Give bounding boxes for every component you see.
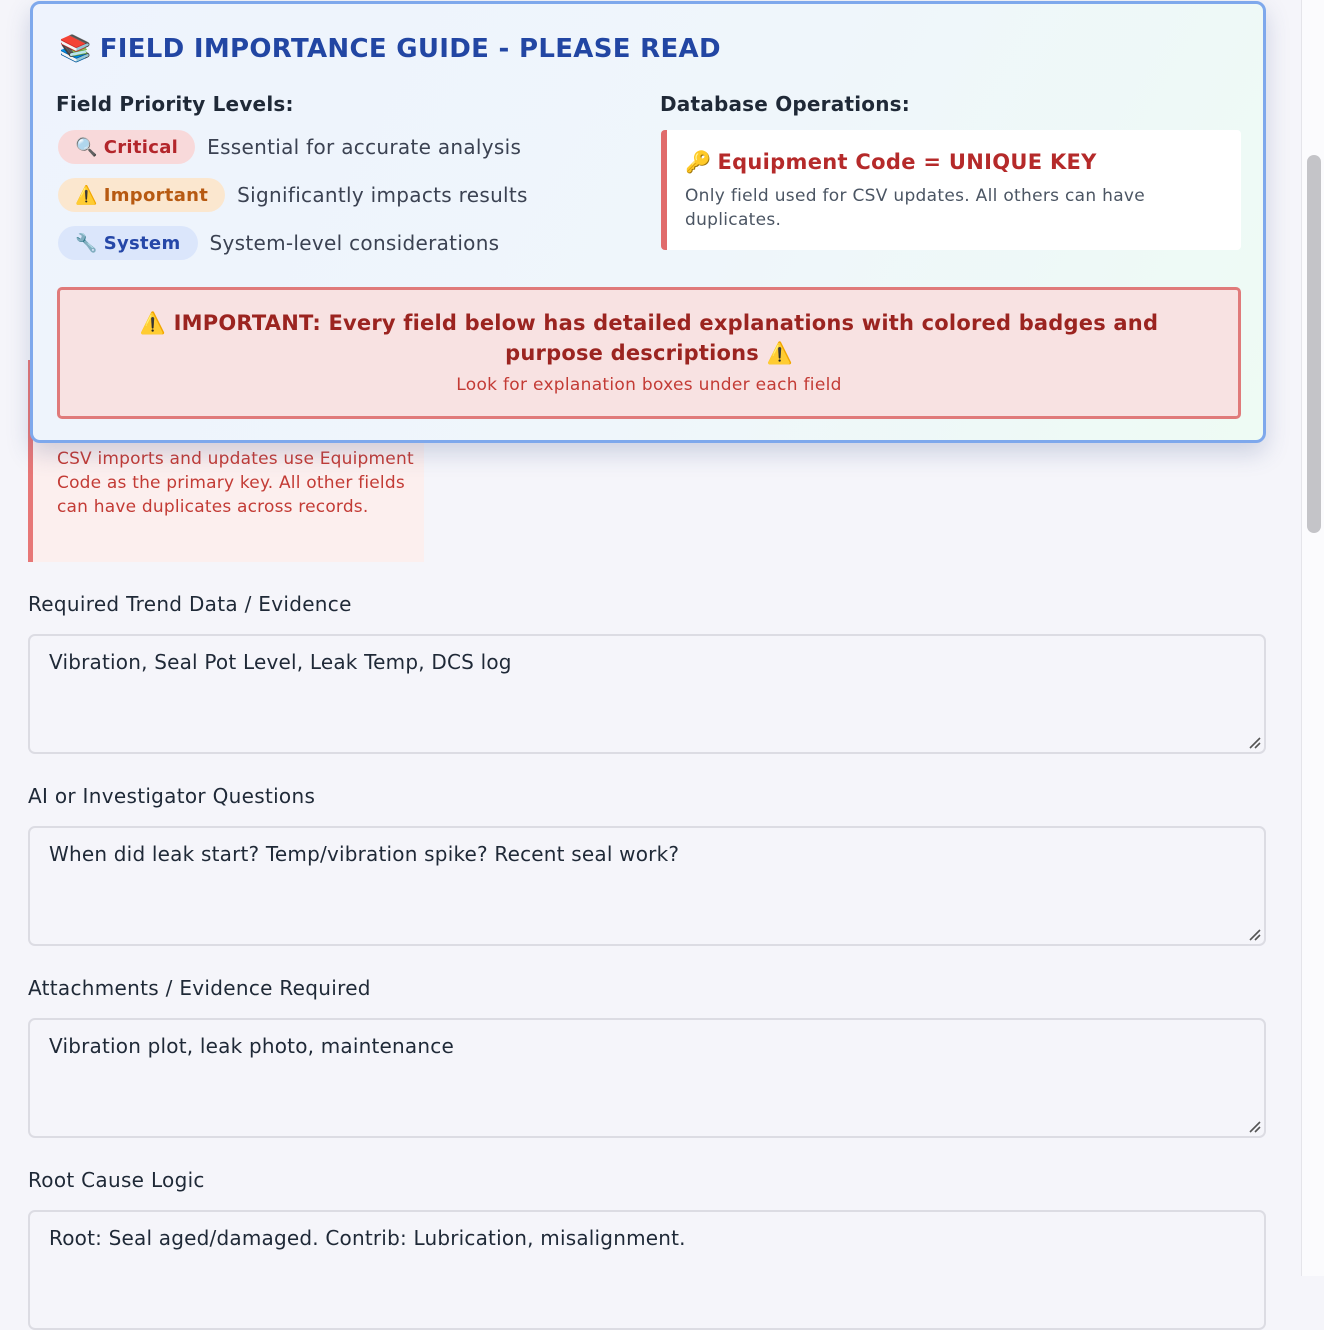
alert-main-text: ⚠️ IMPORTANT: Every field below has deta…	[139, 311, 1159, 365]
form-page: CSV imports and updates use Equipment Co…	[0, 0, 1302, 1330]
books-icon: 📚	[59, 34, 92, 64]
important-badge-label: Important	[103, 184, 209, 206]
critical-description: Essential for accurate analysis	[207, 135, 522, 159]
database-operations-heading: Database Operations:	[660, 92, 910, 116]
unique-key-box: 🔑 Equipment Code = UNIQUE KEY Only field …	[661, 130, 1241, 250]
system-description: System-level considerations	[209, 231, 500, 255]
attachments-textarea[interactable]: Vibration plot, leak photo, maintenance	[28, 1018, 1266, 1138]
vertical-scrollbar[interactable]	[1301, 0, 1324, 1276]
important-alert: ⚠️ IMPORTANT: Every field below has deta…	[57, 287, 1241, 419]
system-badge-label: System	[103, 232, 181, 254]
scrollbar-thumb[interactable]	[1307, 155, 1321, 533]
magnifier-icon: 🔍	[75, 136, 98, 158]
root-cause-value: Root: Seal aged/damaged. Contrib: Lubric…	[49, 1226, 686, 1250]
trend-data-textarea[interactable]: Vibration, Seal Pot Level, Leak Temp, DC…	[28, 634, 1266, 754]
unique-key-title: 🔑 Equipment Code = UNIQUE KEY	[685, 150, 1097, 175]
alert-sub-text: Look for explanation boxes under each fi…	[456, 375, 842, 395]
important-badge: ⚠️ Important	[58, 178, 226, 212]
resize-grip-icon[interactable]	[1247, 927, 1261, 941]
field-label-questions: AI or Investigator Questions	[28, 784, 316, 808]
trend-data-value: Vibration, Seal Pot Level, Leak Temp, DC…	[49, 650, 512, 674]
root-cause-textarea[interactable]: Root: Seal aged/damaged. Contrib: Lubric…	[28, 1210, 1266, 1330]
unique-key-title-text: Equipment Code = UNIQUE KEY	[717, 150, 1097, 174]
priority-row-critical: 🔍 Critical Essential for accurate analysi…	[58, 130, 521, 164]
guide-title-text: FIELD IMPORTANCE GUIDE - PLEASE READ	[99, 34, 721, 64]
field-label-attachments: Attachments / Evidence Required	[28, 976, 371, 1000]
critical-badge-label: Critical	[103, 136, 179, 158]
questions-textarea[interactable]: When did leak start? Temp/vibration spik…	[28, 826, 1266, 946]
priority-levels-heading: Field Priority Levels:	[56, 92, 294, 116]
critical-badge: 🔍 Critical	[58, 130, 196, 164]
attachments-value: Vibration plot, leak photo, maintenance	[49, 1034, 454, 1058]
system-badge: 🔧 System	[58, 226, 198, 260]
field-importance-guide: 📚 FIELD IMPORTANCE GUIDE - PLEASE READ Fi…	[30, 1, 1266, 443]
priority-row-system: 🔧 System System-level considerations	[58, 226, 499, 260]
important-description: Significantly impacts results	[237, 183, 528, 207]
resize-grip-icon[interactable]	[1247, 735, 1261, 749]
questions-value: When did leak start? Temp/vibration spik…	[49, 842, 680, 866]
unique-key-description: Only field used for CSV updates. All oth…	[685, 186, 1146, 230]
field-label-trend-data: Required Trend Data / Evidence	[28, 592, 352, 616]
unique-key-note-text: CSV imports and updates use Equipment Co…	[57, 449, 414, 517]
resize-grip-icon[interactable]	[1247, 1119, 1261, 1133]
guide-title: 📚 FIELD IMPORTANCE GUIDE - PLEASE READ	[59, 34, 721, 64]
key-icon: 🔑	[685, 150, 712, 174]
wrench-icon: 🔧	[75, 232, 98, 254]
priority-row-important: ⚠️ Important Significantly impacts result…	[58, 178, 528, 212]
warning-icon: ⚠️	[75, 184, 98, 206]
field-label-root-cause: Root Cause Logic	[28, 1168, 205, 1192]
